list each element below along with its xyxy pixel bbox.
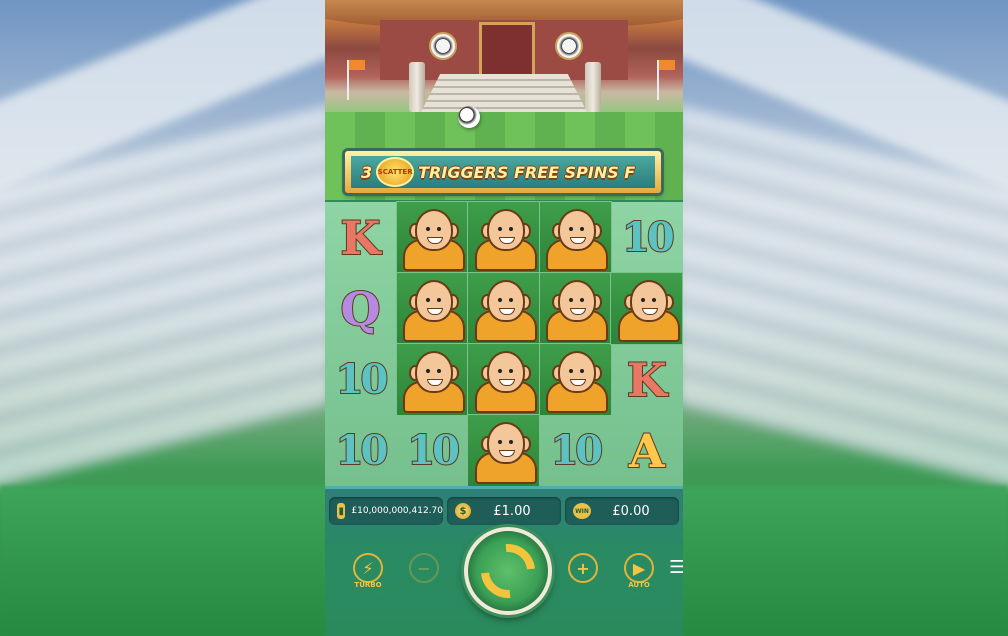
turbo-label: TURBO: [354, 581, 382, 589]
wallet-icon: ▮: [337, 503, 346, 519]
win-display: WIN £0.00: [565, 497, 679, 525]
autoplay-button[interactable]: ▶ AUTO: [624, 553, 654, 589]
symbol-label: 10: [549, 426, 604, 474]
letter-symbol: 10: [325, 344, 396, 415]
letter-symbol: 10: [325, 415, 396, 486]
corner-flag-right: [657, 60, 675, 100]
monk-symbol: [467, 414, 541, 487]
monk-symbol: [467, 201, 541, 274]
monk-icon: [544, 205, 609, 271]
symbol-label: Q: [339, 281, 381, 336]
free-spins-banner: 3 SCATTER TRIGGERS FREE SPINS F: [345, 151, 661, 193]
minus-icon: −: [409, 553, 439, 583]
monk-icon: [544, 347, 609, 413]
monk-icon: [616, 276, 680, 342]
temple-stairs: [420, 74, 588, 114]
monk-symbol: [395, 272, 469, 345]
monk-symbol: [538, 343, 612, 416]
monk-symbol: [395, 201, 469, 274]
monk-symbol: [610, 272, 683, 345]
monk-symbol: [467, 343, 541, 416]
auto-label: AUTO: [628, 581, 650, 589]
monk-symbol: [467, 272, 541, 345]
monk-symbol: [538, 201, 612, 274]
increase-bet-button[interactable]: +: [568, 553, 598, 583]
spin-arrows-icon: [469, 532, 547, 610]
football-emblem-right: [555, 32, 583, 60]
reel-column: K Q 10 10: [325, 202, 396, 486]
game-frame: 3 SCATTER TRIGGERS FREE SPINS F K Q 10 10 10…: [325, 0, 683, 636]
bet-value: £1.00: [493, 503, 531, 519]
decrease-bet-button[interactable]: −: [409, 553, 439, 583]
reel-column: [467, 201, 541, 487]
reel-grid: K Q 10 10 10 10 10 K A: [325, 201, 683, 487]
monk-icon: [401, 347, 466, 413]
monk-icon: [401, 276, 466, 342]
letter-symbol: K: [325, 202, 396, 273]
reel-column: 10 K A: [610, 202, 683, 486]
scatter-label: SCATTER: [377, 168, 413, 176]
letter-symbol: A: [611, 415, 682, 486]
temple-door: [479, 22, 535, 78]
letter-symbol: 10: [611, 202, 682, 273]
symbol-label: A: [628, 423, 666, 478]
plus-icon: +: [568, 553, 598, 583]
turbo-button[interactable]: ⚡ TURBO: [353, 553, 383, 589]
monk-icon: [473, 205, 537, 271]
letter-symbol: 10: [397, 415, 468, 486]
scatter-icon: SCATTER: [376, 157, 415, 187]
monk-symbol: [395, 343, 469, 416]
symbol-label: 10: [335, 426, 390, 474]
letter-symbol: Q: [325, 273, 396, 344]
letter-symbol: K: [611, 344, 682, 415]
corner-flag-left: [347, 60, 365, 100]
symbol-label: K: [626, 352, 668, 407]
reel-column: 10: [395, 201, 469, 486]
monk-icon: [401, 205, 466, 271]
banner-scatter-count: 3: [361, 162, 373, 182]
stone-lantern-left: [409, 62, 425, 112]
spin-button[interactable]: [464, 527, 552, 615]
banner-text: TRIGGERS FREE SPINS F: [418, 162, 636, 182]
football-emblem-left: [429, 32, 457, 60]
menu-button[interactable]: ☰: [669, 557, 683, 578]
balance-display: ▮ £10,000,000,412.70: [329, 497, 443, 525]
coins-icon: $: [455, 503, 471, 519]
monk-icon: [473, 276, 537, 342]
bet-display[interactable]: $ £1.00: [447, 497, 561, 525]
lightning-icon: ⚡: [353, 553, 383, 583]
win-value: £0.00: [612, 503, 650, 519]
symbol-label: 10: [406, 426, 461, 474]
stone-lantern-right: [585, 62, 601, 112]
letter-symbol: 10: [540, 415, 611, 486]
balance-value: £10,000,000,412.70: [351, 506, 443, 516]
control-panel: ▮ £10,000,000,412.70 $ £1.00 WIN £0.00 ⚡…: [325, 486, 683, 636]
monk-icon: [473, 347, 537, 413]
monk-symbol: [538, 272, 612, 345]
reel-column: 10: [538, 201, 612, 486]
play-icon: ▶: [624, 553, 654, 583]
soccer-ball: [458, 106, 480, 128]
monk-icon: [544, 276, 609, 342]
monk-icon: [473, 418, 537, 484]
symbol-label: K: [340, 210, 382, 265]
symbol-label: 10: [621, 213, 676, 261]
win-icon: WIN: [573, 503, 591, 519]
symbol-label: 10: [335, 355, 390, 403]
